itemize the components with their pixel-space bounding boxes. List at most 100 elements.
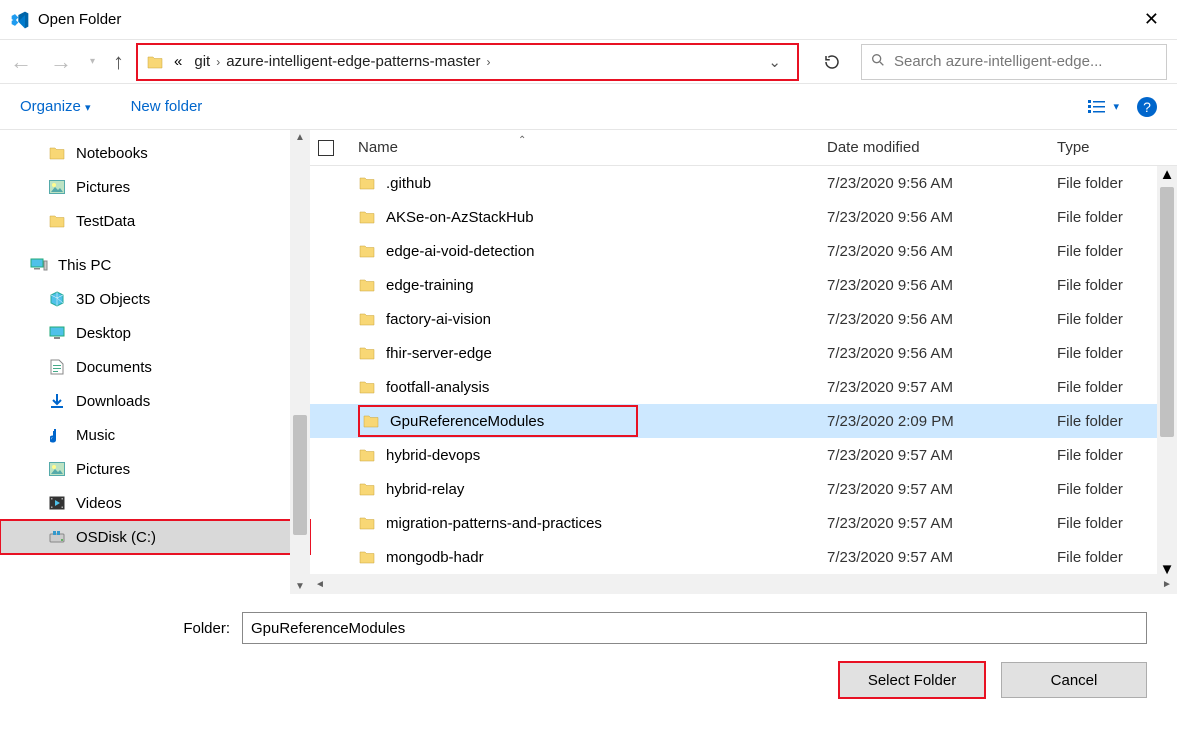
file-date: 7/23/2020 9:57 AM — [827, 549, 1057, 566]
sidebar-item[interactable]: 3D Objects — [0, 282, 310, 316]
list-view-icon — [1087, 99, 1107, 115]
sidebar-item-label: OSDisk (C:) — [76, 529, 156, 546]
music-icon — [48, 426, 66, 444]
folder-name-input[interactable] — [242, 612, 1147, 644]
file-name: factory-ai-vision — [386, 311, 491, 328]
scrollbar-thumb[interactable] — [1160, 187, 1174, 437]
chevron-down-icon: ▾ — [85, 102, 91, 114]
sidebar-item[interactable]: Videos — [0, 486, 310, 520]
image-icon — [48, 178, 66, 196]
nav-arrows: ← → ▾ ↑ — [10, 49, 124, 75]
file-row[interactable]: hybrid-relay7/23/2020 9:57 AMFile folder — [310, 472, 1177, 506]
breadcrumb-expand[interactable]: ⌄ — [768, 53, 789, 71]
back-button[interactable]: ← — [10, 49, 32, 75]
list-hscrollbar[interactable]: ◄ ► — [310, 574, 1177, 594]
file-row[interactable]: edge-training7/23/2020 9:56 AMFile folde… — [310, 268, 1177, 302]
sidebar-item-label: 3D Objects — [76, 291, 150, 308]
search-input[interactable]: Search azure-intelligent-edge... — [861, 44, 1167, 80]
column-name[interactable]: ⌃Name — [358, 139, 827, 156]
folder-icon — [358, 310, 376, 328]
recent-dropdown[interactable]: ▾ — [90, 56, 95, 67]
file-row[interactable]: .github7/23/2020 9:56 AMFile folder — [310, 166, 1177, 200]
folder-icon — [362, 412, 380, 430]
video-icon — [48, 494, 66, 512]
new-folder-button[interactable]: New folder — [131, 98, 203, 115]
scrollbar-thumb[interactable] — [293, 415, 307, 535]
refresh-button[interactable] — [815, 45, 849, 79]
folder-icon — [358, 344, 376, 362]
column-date[interactable]: Date modified — [827, 139, 1057, 156]
select-folder-button[interactable]: Select Folder — [839, 662, 985, 698]
file-name: AKSe-on-AzStackHub — [386, 209, 534, 226]
up-button[interactable]: ↑ — [113, 49, 124, 75]
download-icon — [48, 392, 66, 410]
folder-icon — [358, 276, 376, 294]
folder-icon — [358, 208, 376, 226]
breadcrumb-prefix: « — [174, 53, 182, 70]
organize-menu[interactable]: Organize ▾ — [20, 98, 91, 115]
file-row[interactable]: footfall-analysis7/23/2020 9:57 AMFile f… — [310, 370, 1177, 404]
sidebar-item-label: TestData — [76, 213, 135, 230]
scroll-up-icon[interactable]: ▲ — [1160, 166, 1175, 183]
pc-icon — [30, 256, 48, 274]
sidebar-item[interactable]: Documents — [0, 350, 310, 384]
scroll-right-icon[interactable]: ► — [1157, 579, 1177, 590]
desktop-icon — [48, 324, 66, 342]
sidebar-item[interactable]: Downloads — [0, 384, 310, 418]
sidebar-item[interactable]: OSDisk (C:) — [0, 520, 310, 554]
column-type[interactable]: Type — [1057, 139, 1177, 156]
file-row[interactable]: edge-ai-void-detection7/23/2020 9:56 AMF… — [310, 234, 1177, 268]
forward-button[interactable]: → — [50, 49, 72, 75]
sidebar-item-label: This PC — [58, 257, 111, 274]
scroll-down-icon[interactable]: ▼ — [295, 579, 305, 594]
cancel-button[interactable]: Cancel — [1001, 662, 1147, 698]
file-row[interactable]: GpuReferenceModules7/23/2020 2:09 PMFile… — [310, 404, 1177, 438]
scroll-left-icon[interactable]: ◄ — [310, 579, 330, 590]
sidebar-item[interactable]: Pictures — [0, 452, 310, 486]
chevron-right-icon[interactable]: › — [216, 55, 220, 69]
help-button[interactable]: ? — [1137, 97, 1157, 117]
sidebar-item[interactable]: Desktop — [0, 316, 310, 350]
file-date: 7/23/2020 9:56 AM — [827, 175, 1057, 192]
file-row[interactable]: factory-ai-vision7/23/2020 9:56 AMFile f… — [310, 302, 1177, 336]
file-list: ⌃Name Date modified Type .github7/23/202… — [310, 130, 1177, 594]
folder-icon — [358, 378, 376, 396]
sort-indicator: ⌃ — [518, 135, 526, 146]
select-all-checkbox[interactable] — [318, 140, 334, 156]
sidebar-item-label: Notebooks — [76, 145, 148, 162]
folder-icon — [48, 144, 66, 162]
scroll-down-icon[interactable]: ▼ — [1160, 561, 1175, 578]
file-date: 7/23/2020 9:56 AM — [827, 243, 1057, 260]
sidebar-item[interactable]: Notebooks — [0, 136, 310, 170]
sidebar-scrollbar[interactable]: ▲ ▼ — [290, 130, 310, 594]
sidebar-item[interactable]: Pictures — [0, 170, 310, 204]
file-date: 7/23/2020 9:57 AM — [827, 447, 1057, 464]
breadcrumb-git[interactable]: git — [194, 53, 210, 70]
file-row[interactable]: AKSe-on-AzStackHub7/23/2020 9:56 AMFile … — [310, 200, 1177, 234]
file-date: 7/23/2020 9:57 AM — [827, 515, 1057, 532]
file-date: 7/23/2020 9:56 AM — [827, 345, 1057, 362]
chevron-right-icon[interactable]: › — [487, 55, 491, 69]
file-row[interactable]: hybrid-devops7/23/2020 9:57 AMFile folde… — [310, 438, 1177, 472]
sidebar-item[interactable]: TestData — [0, 204, 310, 238]
view-options[interactable]: ▾ — [1087, 99, 1119, 115]
scroll-up-icon[interactable]: ▲ — [295, 130, 305, 145]
file-row[interactable]: fhir-server-edge7/23/2020 9:56 AMFile fo… — [310, 336, 1177, 370]
list-header: ⌃Name Date modified Type — [310, 130, 1177, 166]
close-button[interactable]: ✕ — [1136, 5, 1167, 34]
sidebar-item-label: Downloads — [76, 393, 150, 410]
sidebar-item-label: Pictures — [76, 179, 130, 196]
file-row[interactable]: mongodb-hadr7/23/2020 9:57 AMFile folder — [310, 540, 1177, 574]
file-name: fhir-server-edge — [386, 345, 492, 362]
file-date: 7/23/2020 9:57 AM — [827, 481, 1057, 498]
file-date: 7/23/2020 2:09 PM — [827, 413, 1057, 430]
sidebar-group-thispc[interactable]: This PC — [0, 248, 310, 282]
breadcrumb-repo[interactable]: azure-intelligent-edge-patterns-master — [226, 53, 480, 70]
breadcrumb-bar[interactable]: « git › azure-intelligent-edge-patterns-… — [136, 43, 799, 81]
list-vscrollbar[interactable]: ▲ ▼ — [1157, 166, 1177, 578]
3d-icon — [48, 290, 66, 308]
file-date: 7/23/2020 9:56 AM — [827, 277, 1057, 294]
sidebar-item[interactable]: Music — [0, 418, 310, 452]
file-row[interactable]: migration-patterns-and-practices7/23/202… — [310, 506, 1177, 540]
folder-label: Folder: — [30, 620, 230, 637]
